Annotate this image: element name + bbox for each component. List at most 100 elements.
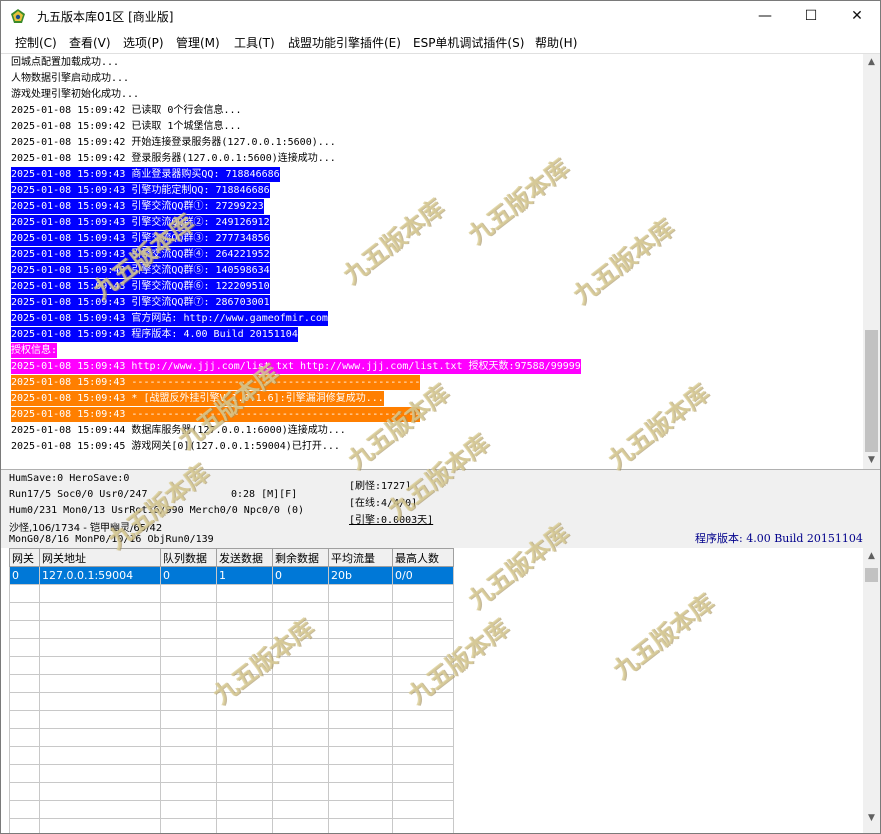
col-queue-data[interactable]: 队列数据 [160,548,217,567]
empty-cell [216,638,273,657]
log-line: 人物数据引擎启动成功... [11,73,130,84]
empty-cell [272,638,329,657]
log-line: 2025-01-08 15:09:43 引擎功能定制QQ: 718846686 [11,183,270,198]
log-line: 2025-01-08 15:09:43 程序版本: 4.00 Build 201… [11,327,298,342]
empty-cell [272,764,329,783]
empty-cell [392,728,454,747]
close-button[interactable]: ✕ [834,1,880,31]
log-scrollbar[interactable]: ▲ ▼ [863,54,880,469]
table-row-empty[interactable] [9,728,454,747]
menu-alliance-plugin[interactable]: 战盟功能引擎插件(E) [288,34,401,51]
cell-max-users: 0/0 [392,566,454,585]
menu-tools[interactable]: 工具(T) [234,34,275,51]
grid-scrollbar[interactable]: ▲ ▼ [863,548,880,833]
table-row-empty[interactable] [9,800,454,819]
log-line: 2025-01-08 15:09:43 商业登录器购买QQ: 718846686 [11,167,280,182]
table-row-empty[interactable] [9,620,454,639]
cell-gateway: 0 [9,566,40,585]
log-line: 2025-01-08 15:09:43 引擎交流QQ群③: 277734856 [11,231,270,246]
menu-bar: 控制(C) 查看(V) 选项(P) 管理(M) 工具(T) 战盟功能引擎插件(E… [1,31,880,54]
log-line: 2025-01-08 15:09:43 * [战盟反外挂引擎V 1.0.1.6]… [11,391,384,406]
status-map: 沙怪,106/1734 - 铠甲幽灵/65/42 [9,523,163,534]
table-row-empty[interactable] [9,764,454,783]
empty-cell [9,638,40,657]
empty-cell [216,818,273,833]
empty-cell [392,746,454,765]
table-row-empty[interactable] [9,638,454,657]
empty-cell [160,764,217,783]
table-row-empty[interactable] [9,818,454,833]
scroll-thumb[interactable] [865,330,878,452]
table-row-empty[interactable] [9,782,454,801]
menu-control[interactable]: 控制(C) [15,34,57,51]
log-line: 授权信息: [11,343,58,358]
status-version: 程序版本: 4.00 Build 20151104 [695,532,863,545]
empty-cell [9,692,40,711]
col-remaining-data[interactable]: 剩余数据 [272,548,329,567]
scroll-up-icon[interactable]: ▲ [863,548,880,565]
empty-cell [160,674,217,693]
col-gateway[interactable]: 网关 [9,548,40,567]
empty-cell [9,674,40,693]
empty-cell [39,620,161,639]
menu-manage[interactable]: 管理(M) [176,34,220,51]
table-row-empty[interactable] [9,584,454,603]
col-sent-data[interactable]: 发送数据 [216,548,273,567]
empty-cell [392,638,454,657]
table-row-empty[interactable] [9,692,454,711]
empty-cell [272,800,329,819]
empty-cell [392,674,454,693]
empty-cell [392,764,454,783]
table-row-empty[interactable] [9,602,454,621]
empty-cell [328,674,393,693]
table-header-row: 网关 网关地址 队列数据 发送数据 剩余数据 平均流量 最高人数 [9,548,454,567]
minimize-button[interactable]: — [742,1,788,31]
empty-cell [328,602,393,621]
log-line: 游戏处理引擎初始化成功... [11,89,140,100]
empty-cell [39,764,161,783]
log-line: 2025-01-08 15:09:43 引擎交流QQ群②: 249126912 [11,215,270,230]
server-window: 九五版本库01区 [商业版] — ☐ ✕ 控制(C) 查看(V) 选项(P) 管… [0,0,881,834]
table-row-empty[interactable] [9,656,454,675]
table-row-empty[interactable] [9,710,454,729]
menu-view[interactable]: 查看(V) [69,34,111,51]
log-panel[interactable]: 回城点配置加载成功... 人物数据引擎启动成功... 游戏处理引擎初始化成功... 2… [1,54,880,469]
menu-esp-plugin[interactable]: ESP单机调试插件(S) [413,34,524,51]
title-bar[interactable]: 九五版本库01区 [商业版] — ☐ ✕ [1,1,880,31]
status-hum: Hum0/231 Mon0/13 UsrRot16/990 Merch0/0 N… [9,505,305,516]
empty-cell [272,782,329,801]
empty-cell [272,692,329,711]
status-online: [在线:4/4/0] [349,498,418,509]
maximize-button[interactable]: ☐ [788,1,834,31]
empty-cell [9,620,40,639]
empty-cell [216,656,273,675]
empty-cell [216,728,273,747]
col-average-traffic[interactable]: 平均流量 [328,548,393,567]
cell-sent: 1 [216,566,273,585]
cell-average: 20b [328,566,393,585]
col-gateway-address[interactable]: 网关地址 [39,548,161,567]
table-row-empty[interactable] [9,674,454,693]
table-row-empty[interactable] [9,746,454,765]
empty-cell [216,800,273,819]
log-line: 2025-01-08 15:09:42 已读取 1个城堡信息... [11,121,242,132]
log-line: 2025-01-08 15:09:43 引擎交流QQ群①: 27299223 [11,199,264,214]
empty-cell [9,782,40,801]
menu-help[interactable]: 帮助(H) [535,34,577,51]
menu-options[interactable]: 选项(P) [123,34,164,51]
table-row[interactable]: 0 127.0.0.1:59004 0 1 0 20b 0/0 [9,566,454,585]
scroll-thumb[interactable] [865,568,878,582]
empty-cell [272,710,329,729]
empty-cell [328,782,393,801]
empty-cell [328,800,393,819]
scroll-up-icon[interactable]: ▲ [863,54,880,71]
empty-cell [328,584,393,603]
col-max-users[interactable]: 最高人数 [392,548,454,567]
scroll-down-icon[interactable]: ▼ [863,452,880,469]
empty-cell [392,818,454,833]
empty-cell [216,746,273,765]
log-line: 2025-01-08 15:09:42 登录服务器(127.0.0.1:5600… [11,153,336,164]
empty-cell [39,800,161,819]
empty-cell [160,818,217,833]
scroll-down-icon[interactable]: ▼ [863,810,880,827]
